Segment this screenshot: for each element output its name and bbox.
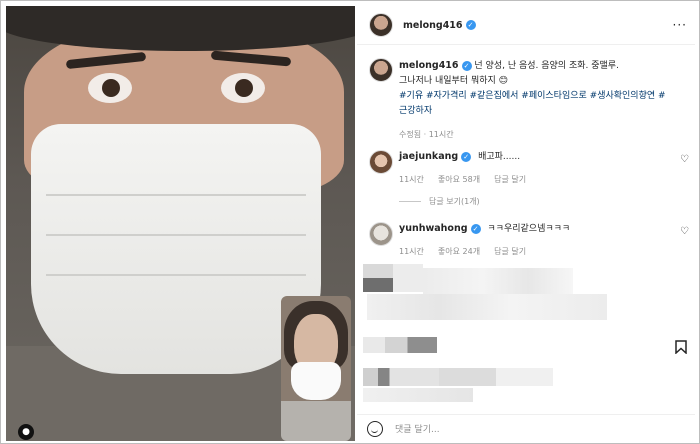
comment-input[interactable]: 댓글 달기...	[395, 422, 440, 435]
bookmark-icon[interactable]	[675, 340, 687, 354]
author-username[interactable]: melong416	[403, 20, 463, 31]
blurred-block	[363, 278, 393, 292]
more-options-icon[interactable]: ···	[673, 18, 687, 32]
caption-username[interactable]: melong416	[399, 60, 459, 71]
verified-badge-icon: ✓	[461, 151, 472, 162]
comment-username[interactable]: jaejunkang	[399, 151, 458, 162]
blurred-block	[423, 268, 573, 294]
comment-likes[interactable]: 좋아요 58개	[438, 174, 480, 185]
view-replies-label[interactable]: 답글 보기(1개)	[429, 196, 480, 207]
comment-item: jaejunkang ✓ 배고파...... 11시간 좋아요 58개 답글 달기…	[369, 150, 689, 190]
user-tag-icon[interactable]: ●	[18, 424, 34, 440]
caption-hashtags[interactable]: #기유 #자가격리 #같은집에서 #페이스타임으로 #생사확인의향연 #	[399, 91, 666, 101]
caption-hashtags-cont[interactable]: 근강하자	[399, 106, 432, 116]
commenter-avatar[interactable]	[369, 222, 393, 246]
commenter-avatar[interactable]	[369, 150, 393, 174]
comment-time: 11시간	[399, 247, 424, 256]
facetime-pip	[281, 296, 351, 441]
comment-text: 배고파......	[478, 152, 521, 162]
window-frame: ● melong416 ✓ ··· melong416 ✓ 넌 양성, 난 음성.…	[0, 0, 700, 444]
comment-text: ㅋㅋ우리같으넴ㅋㅋㅋ	[487, 224, 571, 234]
comment-time: 11시간	[399, 175, 424, 184]
post-panel: melong416 ✓ ··· melong416 ✓ 넌 양성, 난 음성. 음…	[357, 6, 695, 441]
post-header: melong416 ✓ ···	[357, 6, 695, 45]
verified-badge-icon: ✓	[461, 60, 472, 71]
face-mask	[31, 124, 321, 374]
heart-icon[interactable]: ♡	[680, 154, 689, 165]
blurred-block	[363, 337, 437, 353]
reply-button[interactable]: 답글 달기	[494, 246, 526, 257]
heart-icon[interactable]: ♡	[680, 226, 689, 237]
blurred-block	[363, 368, 553, 386]
caption-meta: 수정됨 · 11시간	[399, 130, 454, 139]
comment-item: yunhwahong ✓ ㅋㅋ우리같으넴ㅋㅋㅋ 11시간 좋아요 24개 답글 달…	[369, 222, 689, 262]
verified-badge-icon: ✓	[465, 20, 476, 30]
view-replies[interactable]: 답글 보기(1개)	[399, 196, 480, 207]
reply-button[interactable]: 답글 달기	[494, 174, 526, 185]
comment-likes[interactable]: 좋아요 24개	[438, 246, 480, 257]
blurred-block	[363, 388, 473, 402]
verified-badge-icon: ✓	[470, 223, 481, 234]
caption-avatar[interactable]	[369, 58, 393, 82]
caption-line2: 그나저나 내일부터 뭐하지 😊	[399, 76, 509, 86]
post-photo: ●	[6, 6, 355, 441]
comment-input-bar: 댓글 달기...	[357, 414, 695, 442]
comment-username[interactable]: yunhwahong	[399, 223, 468, 234]
right-eye	[221, 73, 265, 103]
emoji-icon[interactable]	[367, 420, 383, 437]
left-eye	[88, 73, 132, 103]
author-avatar[interactable]	[369, 13, 393, 37]
caption-text: 넌 양성, 난 음성. 음양의 조화. 중맬루.	[474, 61, 619, 71]
blurred-block	[367, 294, 607, 320]
